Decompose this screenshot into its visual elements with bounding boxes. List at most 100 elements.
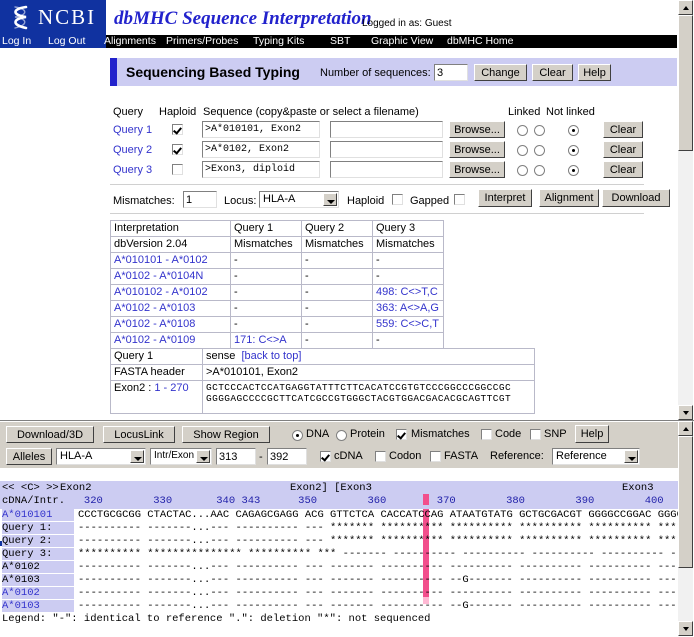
reference-select[interactable]: Reference <box>552 448 640 465</box>
nav-item-sbt[interactable]: SBT <box>330 35 350 48</box>
top-scrollbar[interactable] <box>677 0 694 420</box>
query-link-2[interactable]: Query 2 <box>113 144 152 156</box>
detail-exon-sequence: GCTCCCACTCCATGAGGTATTTCTTCACATCCGTGTCCCG… <box>202 380 535 414</box>
filename-input-1[interactable] <box>330 121 443 138</box>
cdna-checkbox[interactable] <box>320 451 331 462</box>
browse-button-3[interactable]: Browse... <box>449 161 505 178</box>
linked-radio-3a[interactable] <box>517 165 528 176</box>
dna-radio[interactable] <box>292 430 303 441</box>
interp-allele-pair[interactable]: A*0102 - A*0108 <box>110 316 231 333</box>
scroll-groove[interactable] <box>678 151 693 405</box>
nav-item-graphic-view[interactable]: Graphic View <box>371 35 433 48</box>
linked-radio-2b[interactable] <box>534 145 545 156</box>
nav-item-alignments[interactable]: Alignments <box>104 35 156 48</box>
ncbi-logo-text[interactable]: NCBI <box>38 5 96 30</box>
haploid-checkbox-3[interactable] <box>172 164 183 175</box>
sequence-textarea-2[interactable]: >A*0102, Exon2 <box>202 141 320 158</box>
fasta-checkbox[interactable] <box>430 451 441 462</box>
chevron-down-icon[interactable] <box>323 193 337 206</box>
scroll-thumb[interactable] <box>678 436 693 568</box>
back-to-top-link[interactable]: [back to top] <box>241 350 301 362</box>
help-button[interactable]: Help <box>578 64 611 81</box>
code-checkbox[interactable] <box>481 429 492 440</box>
chevron-down-icon[interactable] <box>624 450 638 463</box>
not-linked-radio-3[interactable] <box>568 165 579 176</box>
nav-item-log-out[interactable]: Log Out <box>48 35 85 48</box>
chevron-down-icon[interactable] <box>130 450 144 463</box>
range-from-input[interactable] <box>216 448 256 465</box>
detail-query-name: Query 1 <box>110 348 203 365</box>
alignment-row-sequence: ---------- -------...--- ---------- --- … <box>78 587 678 599</box>
sequence-textarea-3[interactable]: >Exon3, diploid <box>202 161 320 178</box>
sequence-textarea-1[interactable]: >A*010101, Exon2 <box>202 121 320 138</box>
snp-checkbox[interactable] <box>530 429 541 440</box>
region-type-select[interactable]: Intr/Exon <box>150 448 212 465</box>
num-sequences-input[interactable] <box>434 64 468 81</box>
show-region-button[interactable]: Show Region <box>182 426 270 443</box>
gapped-checkbox[interactable] <box>454 194 465 205</box>
locus-select-bottom[interactable]: HLA-A <box>56 448 146 465</box>
haploid-checkbox[interactable] <box>392 194 403 205</box>
interp-q3[interactable]: 559: C<>C,T <box>372 316 444 333</box>
codon-checkbox[interactable] <box>375 451 386 462</box>
alignment-nav-controls[interactable]: << <C> >> <box>2 482 59 494</box>
linked-radio-3b[interactable] <box>534 165 545 176</box>
interp-allele-pair[interactable]: A*0102 - A*0109 <box>110 332 231 349</box>
filename-input-3[interactable] <box>330 161 443 178</box>
linked-radio-1b[interactable] <box>534 125 545 136</box>
filename-input-2[interactable] <box>330 141 443 158</box>
nav-item-log-in[interactable]: Log In <box>2 35 31 48</box>
alignment-row-label[interactable]: A*0103 <box>2 600 74 612</box>
scroll-up-button[interactable] <box>678 421 693 436</box>
scroll-down-button[interactable] <box>678 621 693 636</box>
query-link-3[interactable]: Query 3 <box>113 164 152 176</box>
range-to-input[interactable] <box>267 448 307 465</box>
alignment-row-label[interactable]: A*0102 <box>2 587 74 599</box>
nav-item-typing-kits[interactable]: Typing Kits <box>253 35 304 48</box>
alignment-row-label[interactable]: A*0103 <box>2 574 74 586</box>
help-button-bottom[interactable]: Help <box>575 425 609 443</box>
interpret-button[interactable]: Interpret <box>478 189 532 207</box>
scroll-down-button[interactable] <box>678 405 693 420</box>
clear-button-2[interactable]: Clear <box>603 141 643 158</box>
interp-allele-pair[interactable]: A*010101 - A*0102 <box>110 252 231 269</box>
interp-q3[interactable]: 498: C<>T,C <box>372 284 444 301</box>
interp-q1[interactable]: 171: C<>A <box>230 332 302 349</box>
change-button[interactable]: Change <box>474 64 527 81</box>
linked-radio-2a[interactable] <box>517 145 528 156</box>
linked-radio-1a[interactable] <box>517 125 528 136</box>
browse-button-1[interactable]: Browse... <box>449 121 505 138</box>
chevron-down-icon[interactable] <box>196 450 210 463</box>
scroll-up-button[interactable] <box>678 0 693 15</box>
scroll-groove[interactable] <box>678 568 693 621</box>
protein-radio[interactable] <box>336 430 347 441</box>
haploid-checkbox-1[interactable] <box>172 124 183 135</box>
interp-allele-pair[interactable]: A*0102 - A*0104N <box>110 268 231 285</box>
clear-button[interactable]: Clear <box>532 64 573 81</box>
alignment-button[interactable]: Alignment <box>539 189 599 207</box>
interp-allele-pair[interactable]: A*0102 - A*0103 <box>110 300 231 317</box>
haploid-checkbox-2[interactable] <box>172 144 183 155</box>
exon-range-link[interactable]: 1 - 270 <box>154 382 188 394</box>
alignment-row-label[interactable]: A*010101 <box>2 509 74 521</box>
download-button[interactable]: Download <box>602 189 670 207</box>
not-linked-radio-2[interactable] <box>568 145 579 156</box>
clear-button-1[interactable]: Clear <box>603 121 643 138</box>
bottom-scrollbar[interactable] <box>678 421 694 636</box>
interp-allele-pair[interactable]: A*010102 - A*0102 <box>110 284 231 301</box>
nav-item-primers-probes[interactable]: Primers/Probes <box>166 35 238 48</box>
alleles-button[interactable]: Alleles <box>6 448 52 465</box>
locuslink-button[interactable]: LocusLink <box>103 426 175 443</box>
scroll-thumb[interactable] <box>678 15 693 151</box>
interp-q3[interactable]: 363: A<>A,G <box>372 300 444 317</box>
nav-item-dbmhc-home[interactable]: dbMHC Home <box>447 35 514 48</box>
query-link-1[interactable]: Query 1 <box>113 124 152 136</box>
download-3d-button[interactable]: Download/3D <box>6 426 94 443</box>
mismatches-checkbox[interactable] <box>396 429 407 440</box>
browse-button-2[interactable]: Browse... <box>449 141 505 158</box>
clear-button-3[interactable]: Clear <box>603 161 643 178</box>
alignment-row-label[interactable]: A*0102 <box>2 561 74 573</box>
not-linked-radio-1[interactable] <box>568 125 579 136</box>
mismatches-input[interactable] <box>183 191 217 208</box>
locus-select[interactable]: HLA-A <box>259 191 339 208</box>
